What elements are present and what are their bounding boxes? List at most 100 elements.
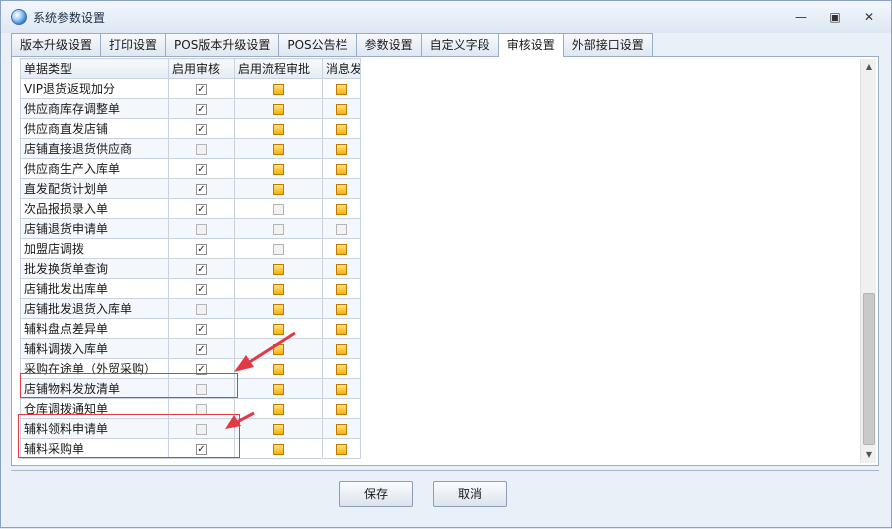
message-cell (322, 378, 361, 399)
settings-window: 系统参数设置 — ▣ ✕ 版本升级设置 打印设置 POS版本升级设置 POS公告栏 参数… (0, 0, 892, 528)
enable-audit-cell: ✓ (168, 78, 235, 99)
enable-audit-checkbox[interactable]: ✓ (196, 283, 207, 295)
message-checkbox[interactable] (336, 223, 347, 235)
message-checkbox[interactable] (336, 283, 347, 295)
enable-audit-checkbox[interactable]: ✓ (196, 243, 207, 255)
col-header-doc-type[interactable]: 单据类型 (20, 58, 169, 79)
tab-2[interactable]: POS版本升级设置 (165, 33, 280, 56)
col-header-enable-flow[interactable]: 启用流程审批 (234, 58, 323, 79)
message-cell (322, 158, 361, 179)
enable-audit-checkbox[interactable] (196, 303, 207, 315)
message-checkbox[interactable] (336, 143, 347, 155)
message-checkbox[interactable] (336, 443, 347, 455)
message-checkbox[interactable] (336, 203, 347, 215)
enable-flow-checkbox[interactable] (273, 103, 284, 115)
table-row: 批发换货单查询 ✓ (20, 258, 361, 279)
enable-audit-checkbox[interactable]: ✓ (196, 123, 207, 135)
enable-flow-cell (234, 158, 323, 179)
enable-flow-checkbox[interactable] (273, 383, 284, 395)
enable-flow-cell (234, 98, 323, 119)
close-icon[interactable]: ✕ (861, 9, 877, 25)
table-row: 辅料盘点差异单 ✓ (20, 318, 361, 339)
enable-audit-checkbox[interactable]: ✓ (196, 163, 207, 175)
table-row: 店铺退货申请单 (20, 218, 361, 239)
vertical-scrollbar[interactable]: ▲ ▼ (860, 59, 876, 463)
doc-type-cell: 店铺批发退货入库单 (20, 298, 169, 319)
enable-flow-checkbox[interactable] (273, 143, 284, 155)
message-checkbox[interactable] (336, 423, 347, 435)
message-cell (322, 418, 361, 439)
enable-flow-checkbox[interactable] (273, 303, 284, 315)
message-checkbox[interactable] (336, 363, 347, 375)
enable-flow-checkbox[interactable] (273, 323, 284, 335)
col-header-message[interactable]: 消息发 (322, 58, 361, 79)
message-checkbox[interactable] (336, 183, 347, 195)
message-checkbox[interactable] (336, 403, 347, 415)
doc-type-cell: 店铺直接退货供应商 (20, 138, 169, 159)
table-row: 店铺批发出库单 ✓ (20, 278, 361, 299)
enable-flow-cell (234, 198, 323, 219)
audit-settings-panel: 单据类型 启用审核 启用流程审批 消息发 VIP退货返现加分 ✓ 供应商库存调整单 ✓… (11, 56, 879, 466)
enable-flow-checkbox[interactable] (273, 343, 284, 355)
tab-7[interactable]: 外部接口设置 (562, 33, 653, 56)
enable-flow-checkbox[interactable] (273, 163, 284, 175)
scroll-thumb[interactable] (863, 293, 875, 445)
message-checkbox[interactable] (336, 243, 347, 255)
window-controls: — ▣ ✕ (793, 9, 877, 25)
enable-flow-checkbox[interactable] (273, 223, 284, 235)
message-cell (322, 198, 361, 219)
maximize-icon[interactable]: ▣ (827, 9, 843, 25)
enable-flow-checkbox[interactable] (273, 363, 284, 375)
enable-audit-checkbox[interactable] (196, 143, 207, 155)
enable-flow-checkbox[interactable] (273, 283, 284, 295)
enable-audit-checkbox[interactable]: ✓ (196, 103, 207, 115)
message-checkbox[interactable] (336, 83, 347, 95)
message-checkbox[interactable] (336, 343, 347, 355)
message-checkbox[interactable] (336, 103, 347, 115)
doc-type-cell: 批发换货单查询 (20, 258, 169, 279)
enable-flow-checkbox[interactable] (273, 423, 284, 435)
enable-audit-checkbox[interactable]: ✓ (196, 343, 207, 355)
tab-0[interactable]: 版本升级设置 (11, 33, 102, 56)
enable-audit-cell (168, 218, 235, 239)
enable-audit-cell: ✓ (168, 278, 235, 299)
minimize-icon[interactable]: — (793, 9, 809, 25)
enable-audit-checkbox[interactable] (196, 223, 207, 235)
scroll-up-icon[interactable]: ▲ (861, 59, 877, 75)
enable-audit-checkbox[interactable] (196, 403, 207, 415)
enable-flow-checkbox[interactable] (273, 443, 284, 455)
tab-3[interactable]: POS公告栏 (278, 33, 357, 56)
enable-flow-cell (234, 78, 323, 99)
doc-type-cell: 供应商库存调整单 (20, 98, 169, 119)
message-checkbox[interactable] (336, 123, 347, 135)
enable-flow-checkbox[interactable] (273, 183, 284, 195)
tab-5[interactable]: 自定义字段 (420, 33, 499, 56)
enable-flow-checkbox[interactable] (273, 203, 284, 215)
col-header-enable-audit[interactable]: 启用审核 (168, 58, 235, 79)
enable-audit-checkbox[interactable]: ✓ (196, 263, 207, 275)
message-checkbox[interactable] (336, 383, 347, 395)
message-checkbox[interactable] (336, 323, 347, 335)
enable-flow-cell (234, 358, 323, 379)
cancel-button[interactable]: 取消 (433, 481, 507, 507)
enable-audit-checkbox[interactable]: ✓ (196, 203, 207, 215)
enable-flow-checkbox[interactable] (273, 263, 284, 275)
enable-audit-checkbox[interactable]: ✓ (196, 323, 207, 335)
enable-flow-checkbox[interactable] (273, 123, 284, 135)
enable-audit-cell: ✓ (168, 318, 235, 339)
save-button[interactable]: 保存 (339, 481, 413, 507)
enable-audit-checkbox[interactable]: ✓ (196, 83, 207, 95)
enable-audit-checkbox[interactable]: ✓ (196, 183, 207, 195)
grid-header-row: 单据类型 启用审核 启用流程审批 消息发 (20, 58, 361, 79)
message-checkbox[interactable] (336, 303, 347, 315)
enable-flow-checkbox[interactable] (273, 403, 284, 415)
enable-flow-checkbox[interactable] (273, 243, 284, 255)
message-checkbox[interactable] (336, 163, 347, 175)
enable-flow-checkbox[interactable] (273, 83, 284, 95)
scroll-down-icon[interactable]: ▼ (861, 447, 877, 463)
message-checkbox[interactable] (336, 263, 347, 275)
enable-flow-cell (234, 298, 323, 319)
tab-1[interactable]: 打印设置 (100, 33, 167, 56)
tab-6[interactable]: 审核设置 (497, 33, 564, 57)
tab-4[interactable]: 参数设置 (355, 33, 422, 56)
